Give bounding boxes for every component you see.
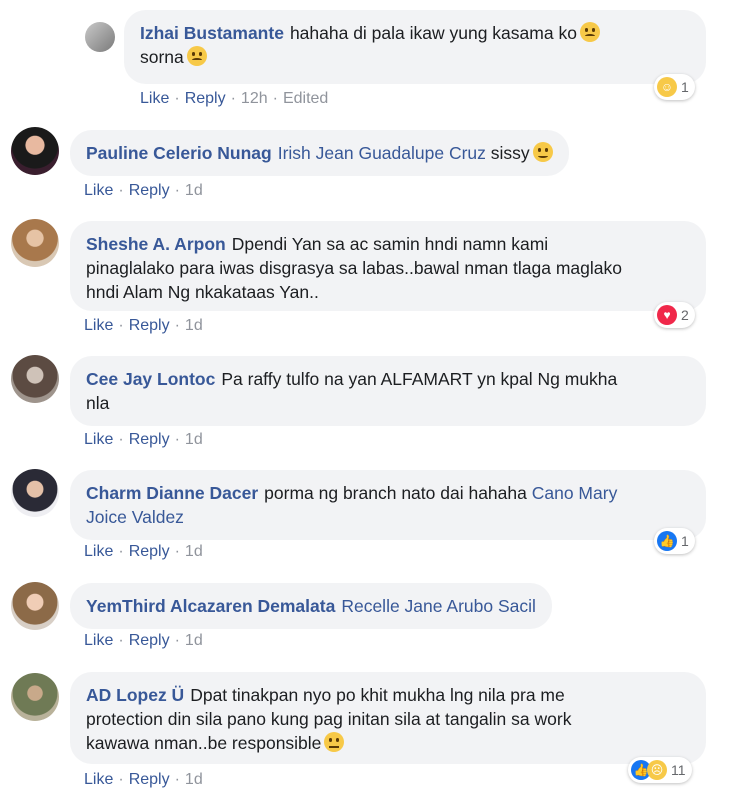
reply-link[interactable]: Reply [129,431,170,448]
like-link[interactable]: Like [84,317,113,334]
tagged-user[interactable]: Recelle Jane Arubo Sacil [341,596,536,616]
comment-text-line2: pinaglalako para iwas disgrasya sa labas… [86,258,623,278]
reply-link[interactable]: Reply [129,317,170,334]
avatar[interactable] [11,355,59,403]
comment-actions: Like · Reply · 1d [84,771,203,788]
sad-reaction-icon: ☹ [647,760,667,780]
edited-label: Edited [282,90,329,107]
like-link[interactable]: Like [140,90,169,107]
avatar[interactable] [11,582,59,630]
sweat-smile-emoji-icon [579,22,600,42]
like-reaction-icon: 👍 [657,531,677,551]
comment-author[interactable]: Izhai Bustamante [140,23,284,43]
reaction-count: 11 [671,762,686,778]
comment-text-line2: sorna [140,47,184,67]
like-link[interactable]: Like [84,431,113,448]
tagged-user[interactable]: Irish Jean Guadalupe Cruz [278,143,486,163]
comment-author[interactable]: Pauline Celerio Nunag [86,143,272,163]
timestamp[interactable]: 12h [241,90,268,107]
comment-actions: Like · Reply · 1d [84,543,203,560]
comment-text: sissy [490,143,530,163]
comment-bubble: Cee Jay Lontoc Pa raffy tulfo na yan ALFA… [70,356,706,426]
reaction-count: 1 [681,79,689,95]
avatar[interactable] [11,469,59,517]
comment-author[interactable]: Sheshe A. Arpon [86,234,226,254]
reply-link[interactable]: Reply [185,90,226,107]
comment-author[interactable]: YemThird Alcazaren Demalata [86,596,335,616]
comment-bubble: Pauline Celerio Nunag Irish Jean Guadalup… [70,130,569,176]
laughing-emoji-icon [186,46,207,66]
comment-bubble: YemThird Alcazaren Demalata Recelle Jane … [70,583,552,629]
comment-actions: Like · Reply · 1d [84,431,203,448]
reaction-count: 2 [681,307,689,323]
sad-emoji-icon [532,142,553,162]
reaction-summary[interactable]: ☺ 1 [654,74,695,100]
avatar[interactable] [11,127,59,175]
tagged-user[interactable]: Cano Mary [532,483,618,503]
comment-author[interactable]: Charm Dianne Dacer [86,483,258,503]
comment-text-line2: protection din sila pano kung pag initan… [86,709,572,729]
comment-bubble: Charm Dianne Dacer porma ng branch nato d… [70,470,706,540]
reply-link[interactable]: Reply [129,771,170,788]
comment-bubble: Sheshe A. Arpon Dpendi Yan sa ac samin hn… [70,221,706,311]
comment-text-line3: kawawa nman..be responsible [86,733,322,753]
comment-text-line2: nla [86,393,110,413]
comment-author[interactable]: AD Lopez Ü [86,685,184,705]
comment-actions: Like · Reply · 1d [84,317,203,334]
comment-actions: Like · Reply · 12h · Edited [140,90,329,107]
reply-link[interactable]: Reply [129,632,170,649]
avatar[interactable] [11,219,59,267]
reply-link[interactable]: Reply [129,182,170,199]
comment-author[interactable]: Cee Jay Lontoc [86,369,215,389]
reply-link[interactable]: Reply [129,543,170,560]
like-link[interactable]: Like [84,543,113,560]
comment-actions: Like · Reply · 1d [84,182,203,199]
reaction-count: 1 [681,533,689,549]
timestamp[interactable]: 1d [185,543,203,560]
comment-bubble: AD Lopez Ü Dpat tinakpan nyo po khit mukh… [70,672,706,764]
avatar[interactable] [11,673,59,721]
reaction-summary[interactable]: 👍 ☹ 11 [628,757,692,783]
comment-text-line3: hndi Alam Ng nkakataas Yan.. [86,282,319,302]
comment-text: Pa raffy tulfo na yan ALFAMART yn kpal N… [221,369,618,389]
comment-actions: Like · Reply · 1d [84,632,203,649]
timestamp[interactable]: 1d [185,431,203,448]
like-link[interactable]: Like [84,771,113,788]
like-link[interactable]: Like [84,182,113,199]
timestamp[interactable]: 1d [185,771,203,788]
reaction-summary[interactable]: 👍 1 [654,528,695,554]
confused-emoji-icon [324,732,345,752]
timestamp[interactable]: 1d [185,182,203,199]
haha-reaction-icon: ☺ [657,77,677,97]
comment-text: hahaha di pala ikaw yung kasama ko [289,23,577,43]
timestamp[interactable]: 1d [185,317,203,334]
comment-text: Dpendi Yan sa ac samin hndi namn kami [231,234,549,254]
avatar[interactable] [85,22,115,52]
comment-text: Dpat tinakpan nyo po khit mukha lng nila… [190,685,565,705]
comment-bubble: Izhai Bustamante hahaha di pala ikaw yung… [124,10,706,84]
comment-text: porma ng branch nato dai hahaha [264,483,527,503]
love-reaction-icon: ♥ [657,305,677,325]
like-link[interactable]: Like [84,632,113,649]
timestamp[interactable]: 1d [185,632,203,649]
reaction-summary[interactable]: ♥ 2 [654,302,695,328]
tagged-user-line2[interactable]: Joice Valdez [86,507,184,527]
